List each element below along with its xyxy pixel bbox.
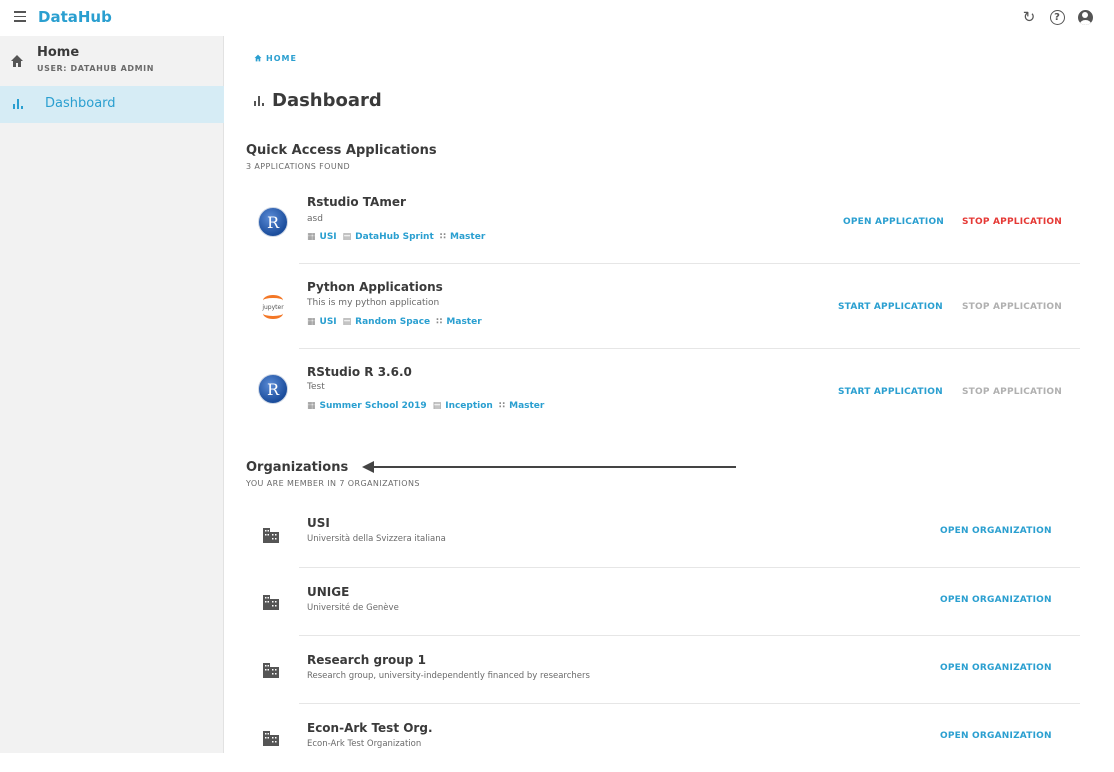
sidebar-home-title: Home	[37, 45, 80, 60]
application-row: jupyter Python Applications This is my p…	[246, 264, 1080, 349]
annotation-arrow	[362, 461, 736, 473]
help-button[interactable]: ?	[1048, 8, 1066, 26]
page-title-text: Dashboard	[272, 90, 382, 111]
app-space-tag[interactable]: ▤ DataHub Sprint	[343, 232, 434, 242]
top-actions: ↻ ?	[1020, 8, 1094, 26]
organization-row: UNIGE Université de Genève OPEN ORGANIZA…	[246, 568, 1080, 636]
stop-application-button[interactable]: STOP APPLICATION	[962, 302, 1062, 312]
app-description: This is my python application	[307, 298, 440, 308]
app-group-tag[interactable]: ∷ Master	[440, 232, 486, 242]
organization-description: Université de Genève	[307, 603, 399, 613]
organizations-count: YOU ARE MEMBER IN 7 ORGANIZATIONS	[246, 479, 420, 488]
building-icon: ▦	[307, 317, 316, 327]
sidebar-item-dashboard[interactable]: Dashboard	[0, 86, 224, 123]
open-organization-button[interactable]: OPEN ORGANIZATION	[940, 595, 1052, 605]
breadcrumb[interactable]: HOME	[254, 54, 297, 63]
app-tags: ▦ USI ▤ Random Space ∷ Master	[307, 317, 482, 327]
dashboard-chart-icon	[13, 99, 23, 109]
start-application-button[interactable]: START APPLICATION	[838, 302, 943, 312]
start-application-button[interactable]: START APPLICATION	[838, 387, 943, 397]
r-icon: R	[258, 374, 288, 404]
building-icon: ▦	[307, 401, 316, 411]
sidebar: Home USER: DATAHUB ADMIN Dashboard	[0, 36, 224, 753]
open-organization-button[interactable]: OPEN ORGANIZATION	[940, 526, 1052, 536]
app-group: Master	[509, 401, 545, 411]
app-org-tag[interactable]: ▦ USI	[307, 232, 337, 242]
jupyter-icon: jupyter	[258, 292, 288, 322]
organization-row: USI Università della Svizzera italiana O…	[246, 500, 1080, 568]
application-row: R Rstudio TAmer asd ▦ USI ▤ DataHub Sprint…	[246, 179, 1080, 264]
app-org: Summer School 2019	[319, 401, 427, 411]
app-description: Test	[307, 382, 325, 392]
app-space-tag[interactable]: ▤ Inception	[433, 401, 493, 411]
group-icon: ∷	[498, 401, 506, 411]
app-group: Master	[450, 232, 486, 242]
open-application-button[interactable]: OPEN APPLICATION	[843, 217, 944, 227]
help-icon: ?	[1049, 9, 1065, 25]
app-org-tag[interactable]: ▦ USI	[307, 317, 337, 327]
account-button[interactable]	[1076, 8, 1094, 26]
app-brand[interactable]: DataHub	[38, 8, 112, 26]
stop-application-button[interactable]: STOP APPLICATION	[962, 387, 1062, 397]
building-icon: ▦	[307, 232, 316, 242]
app-space: Random Space	[355, 317, 431, 327]
building-icon	[263, 528, 279, 543]
breadcrumb-home-icon	[254, 54, 262, 62]
organization-description: Università della Svizzera italiana	[307, 534, 446, 544]
building-icon	[263, 663, 279, 678]
r-icon: R	[258, 207, 288, 237]
home-icon	[11, 55, 23, 67]
hamburger-menu-icon[interactable]	[14, 11, 26, 23]
organization-row: Research group 1 Research group, univers…	[246, 636, 1080, 704]
app-space: Inception	[445, 401, 493, 411]
organization-description: Econ-Ark Test Organization	[307, 739, 422, 749]
account-icon	[1077, 9, 1093, 25]
quick-access-title: Quick Access Applications	[246, 143, 437, 158]
organization-description: Research group, university-independently…	[307, 671, 590, 681]
stop-application-button[interactable]: STOP APPLICATION	[962, 217, 1062, 227]
organization-name: USI	[307, 516, 330, 530]
page-title: Dashboard	[254, 90, 382, 111]
quick-access-count: 3 APPLICATIONS FOUND	[246, 162, 351, 171]
breadcrumb-home: HOME	[266, 54, 297, 63]
group-icon: ∷	[439, 232, 447, 242]
app-org-tag[interactable]: ▦ Summer School 2019	[307, 401, 427, 411]
open-organization-button[interactable]: OPEN ORGANIZATION	[940, 731, 1052, 741]
sidebar-user-label: USER: DATAHUB ADMIN	[37, 64, 155, 73]
app-group: Master	[446, 317, 482, 327]
organization-name: Research group 1	[307, 653, 426, 667]
app-name: Python Applications	[307, 280, 443, 294]
space-icon: ▤	[432, 401, 442, 411]
building-icon	[263, 595, 279, 610]
space-icon: ▤	[342, 317, 352, 327]
refresh-icon[interactable]: ↻	[1020, 8, 1038, 26]
app-group-tag[interactable]: ∷ Master	[499, 401, 545, 411]
app-org: USI	[319, 317, 337, 327]
open-organization-button[interactable]: OPEN ORGANIZATION	[940, 663, 1052, 673]
application-row: R RStudio R 3.6.0 Test ▦ Summer School 20…	[246, 349, 1080, 434]
organization-name: UNIGE	[307, 585, 350, 599]
dashboard-title-icon	[254, 95, 264, 106]
app-tags: ▦ Summer School 2019 ▤ Inception ∷ Master	[307, 401, 544, 411]
app-space: DataHub Sprint	[355, 232, 434, 242]
organization-name: Econ-Ark Test Org.	[307, 721, 433, 735]
space-icon: ▤	[342, 232, 352, 242]
app-name: Rstudio TAmer	[307, 195, 406, 209]
building-icon	[263, 731, 279, 746]
app-name: RStudio R 3.6.0	[307, 365, 412, 379]
sidebar-item-home[interactable]: Home USER: DATAHUB ADMIN	[0, 36, 224, 86]
app-org: USI	[319, 232, 337, 242]
sidebar-dashboard-label: Dashboard	[45, 96, 116, 111]
group-icon: ∷	[436, 317, 443, 327]
organizations-title: Organizations	[246, 460, 349, 475]
app-group-tag[interactable]: ∷ Master	[436, 317, 482, 327]
app-tags: ▦ USI ▤ DataHub Sprint ∷ Master	[307, 232, 485, 242]
app-space-tag[interactable]: ▤ Random Space	[343, 317, 431, 327]
app-description: asd	[307, 214, 323, 224]
organization-row: Econ-Ark Test Org. Econ-Ark Test Organiz…	[246, 704, 1080, 772]
top-bar: DataHub ↻ ?	[0, 0, 1114, 36]
